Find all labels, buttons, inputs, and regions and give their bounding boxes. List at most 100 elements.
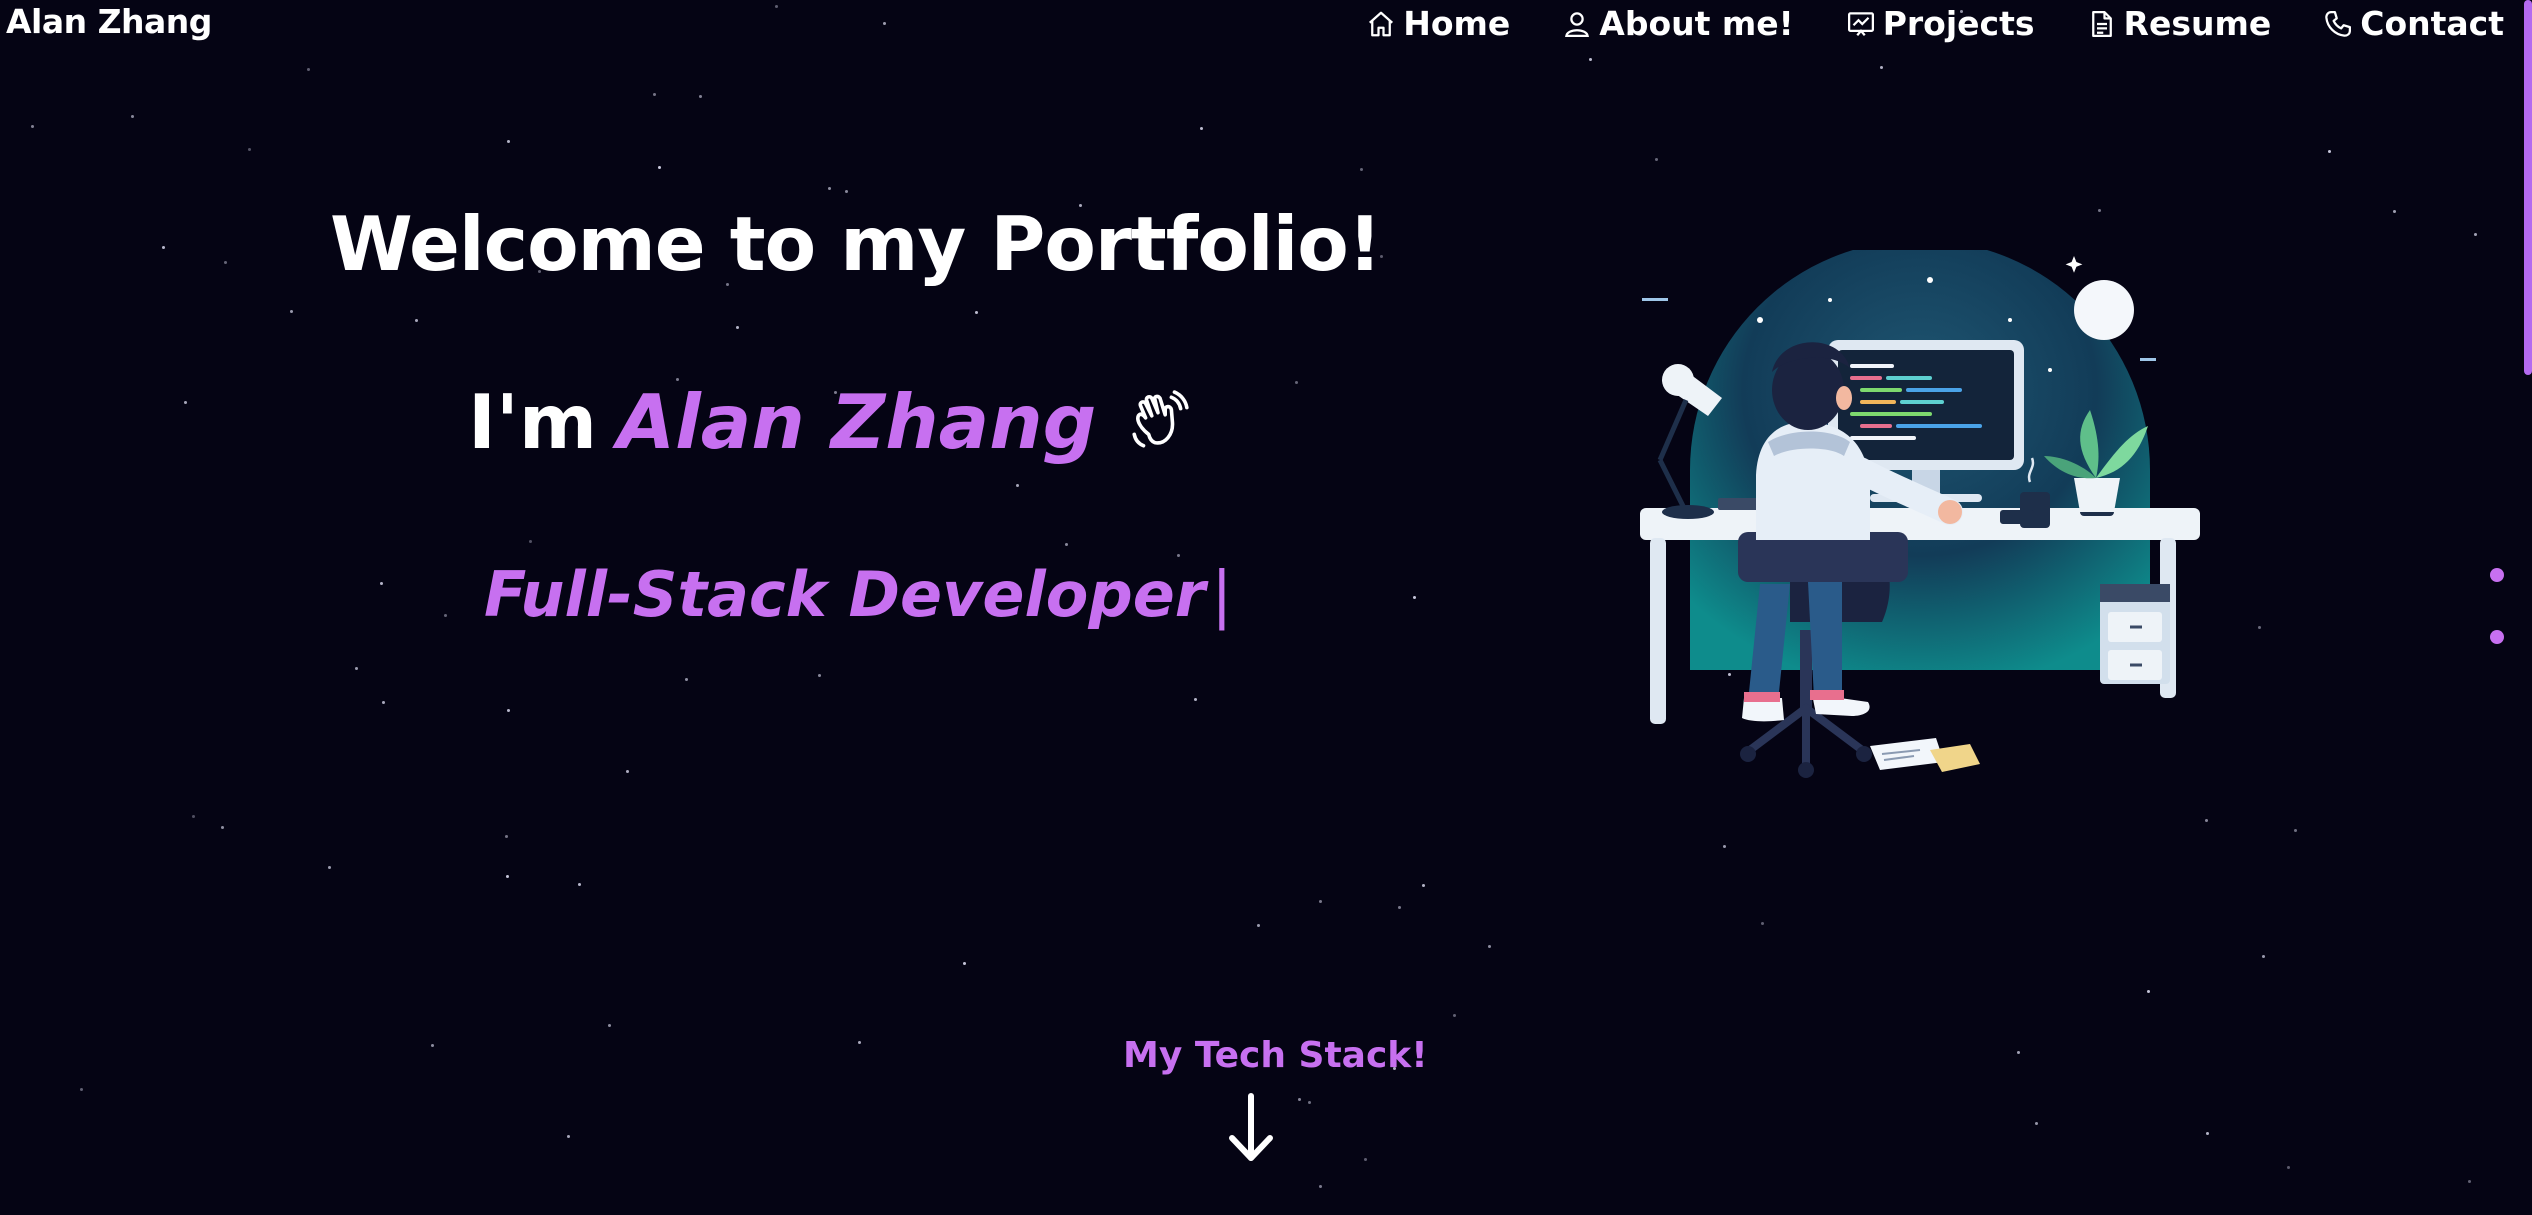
star (2294, 829, 2297, 832)
star (507, 140, 510, 143)
star (2098, 209, 2101, 212)
star (1298, 1098, 1301, 1101)
nav-item-projects[interactable]: Projects (1846, 4, 2035, 43)
star (192, 815, 195, 818)
star (2206, 1132, 2209, 1135)
star (328, 866, 331, 869)
star (1453, 1014, 1456, 1017)
star (1413, 596, 1416, 599)
star (380, 582, 383, 585)
star (1065, 543, 1068, 546)
star (131, 115, 134, 118)
top-navigation: Home About me! Projects Resume Contact (1366, 4, 2532, 43)
nav-item-about[interactable]: About me! (1562, 4, 1794, 43)
star (415, 319, 418, 322)
star (1308, 1101, 1311, 1104)
star (162, 246, 165, 249)
brand-logo-text[interactable]: Alan Zhang (6, 2, 212, 41)
star (505, 835, 508, 838)
star (31, 125, 34, 128)
star (1488, 945, 1491, 948)
star (1360, 168, 1363, 171)
nav-label-about: About me! (1599, 4, 1794, 43)
role-text: Full-Stack Developer (484, 558, 1206, 631)
star (685, 678, 688, 681)
star (1200, 127, 1203, 130)
star (2205, 819, 2208, 822)
section-indicator-dot[interactable] (2490, 630, 2504, 644)
hero-intro: I'm Alan Zhang (468, 378, 1192, 466)
star (1016, 484, 1019, 487)
phone-icon (2325, 10, 2352, 37)
star (818, 674, 821, 677)
star (2287, 1166, 2290, 1169)
star (1422, 884, 1425, 887)
nav-item-resume[interactable]: Resume (2087, 4, 2272, 43)
star (1257, 924, 1260, 927)
star (567, 1135, 570, 1138)
star (828, 187, 831, 190)
star (444, 614, 447, 617)
star (1398, 906, 1401, 909)
star (845, 190, 848, 193)
star (1761, 922, 1764, 925)
star (2035, 1122, 2038, 1125)
star (2258, 626, 2261, 629)
star (248, 148, 251, 151)
star (2262, 955, 2265, 958)
star (883, 22, 886, 25)
star (80, 1088, 83, 1091)
star (1364, 1158, 1367, 1161)
star (506, 875, 509, 878)
intro-prefix: I'm (468, 378, 598, 466)
star (1655, 158, 1658, 161)
star (224, 261, 227, 264)
star (653, 93, 656, 96)
document-icon (2091, 10, 2112, 37)
nav-label-projects: Projects (1882, 4, 2035, 43)
star (736, 326, 739, 329)
nav-item-contact[interactable]: Contact (2323, 4, 2504, 43)
star (608, 1024, 611, 1027)
nav-item-home[interactable]: Home (1366, 4, 1510, 43)
star (2017, 1051, 2020, 1054)
hero-name: Alan Zhang (617, 378, 1097, 466)
section-indicator-dot[interactable] (2490, 568, 2504, 582)
star (1880, 66, 1883, 69)
star (2147, 990, 2150, 993)
typing-cursor: | (1211, 558, 1233, 631)
star (1194, 698, 1197, 701)
scrollbar-thumb[interactable] (2524, 0, 2532, 375)
star (1319, 1185, 1322, 1188)
developer-at-desk-illustration (1640, 250, 2200, 778)
nav-label-home: Home (1403, 4, 1511, 43)
star (290, 310, 293, 313)
star (307, 68, 310, 71)
star (1177, 554, 1180, 557)
star (1723, 845, 1726, 848)
star (355, 667, 358, 670)
star (382, 701, 385, 704)
star (1295, 381, 1298, 384)
star (2468, 1180, 2471, 1183)
arrow-down-icon[interactable] (1226, 1092, 1276, 1164)
star (699, 95, 702, 98)
star (626, 770, 629, 773)
star (221, 826, 224, 829)
projects-icon (1847, 11, 1874, 36)
star (2393, 210, 2396, 213)
star (775, 5, 778, 8)
waving-hand-icon (1132, 390, 1190, 448)
star (184, 401, 187, 404)
nav-label-resume: Resume (2123, 4, 2272, 43)
nav-label-contact: Contact (2360, 4, 2504, 43)
star (975, 311, 978, 314)
star (2474, 233, 2477, 236)
star (2328, 150, 2331, 153)
typewriter-role: Full-Stack Developer | (484, 558, 1232, 631)
star (1589, 58, 1592, 61)
star (1319, 900, 1322, 903)
tech-stack-link[interactable]: My Tech Stack! (1123, 1035, 1428, 1076)
star (529, 540, 532, 543)
home-icon (1369, 11, 1394, 36)
